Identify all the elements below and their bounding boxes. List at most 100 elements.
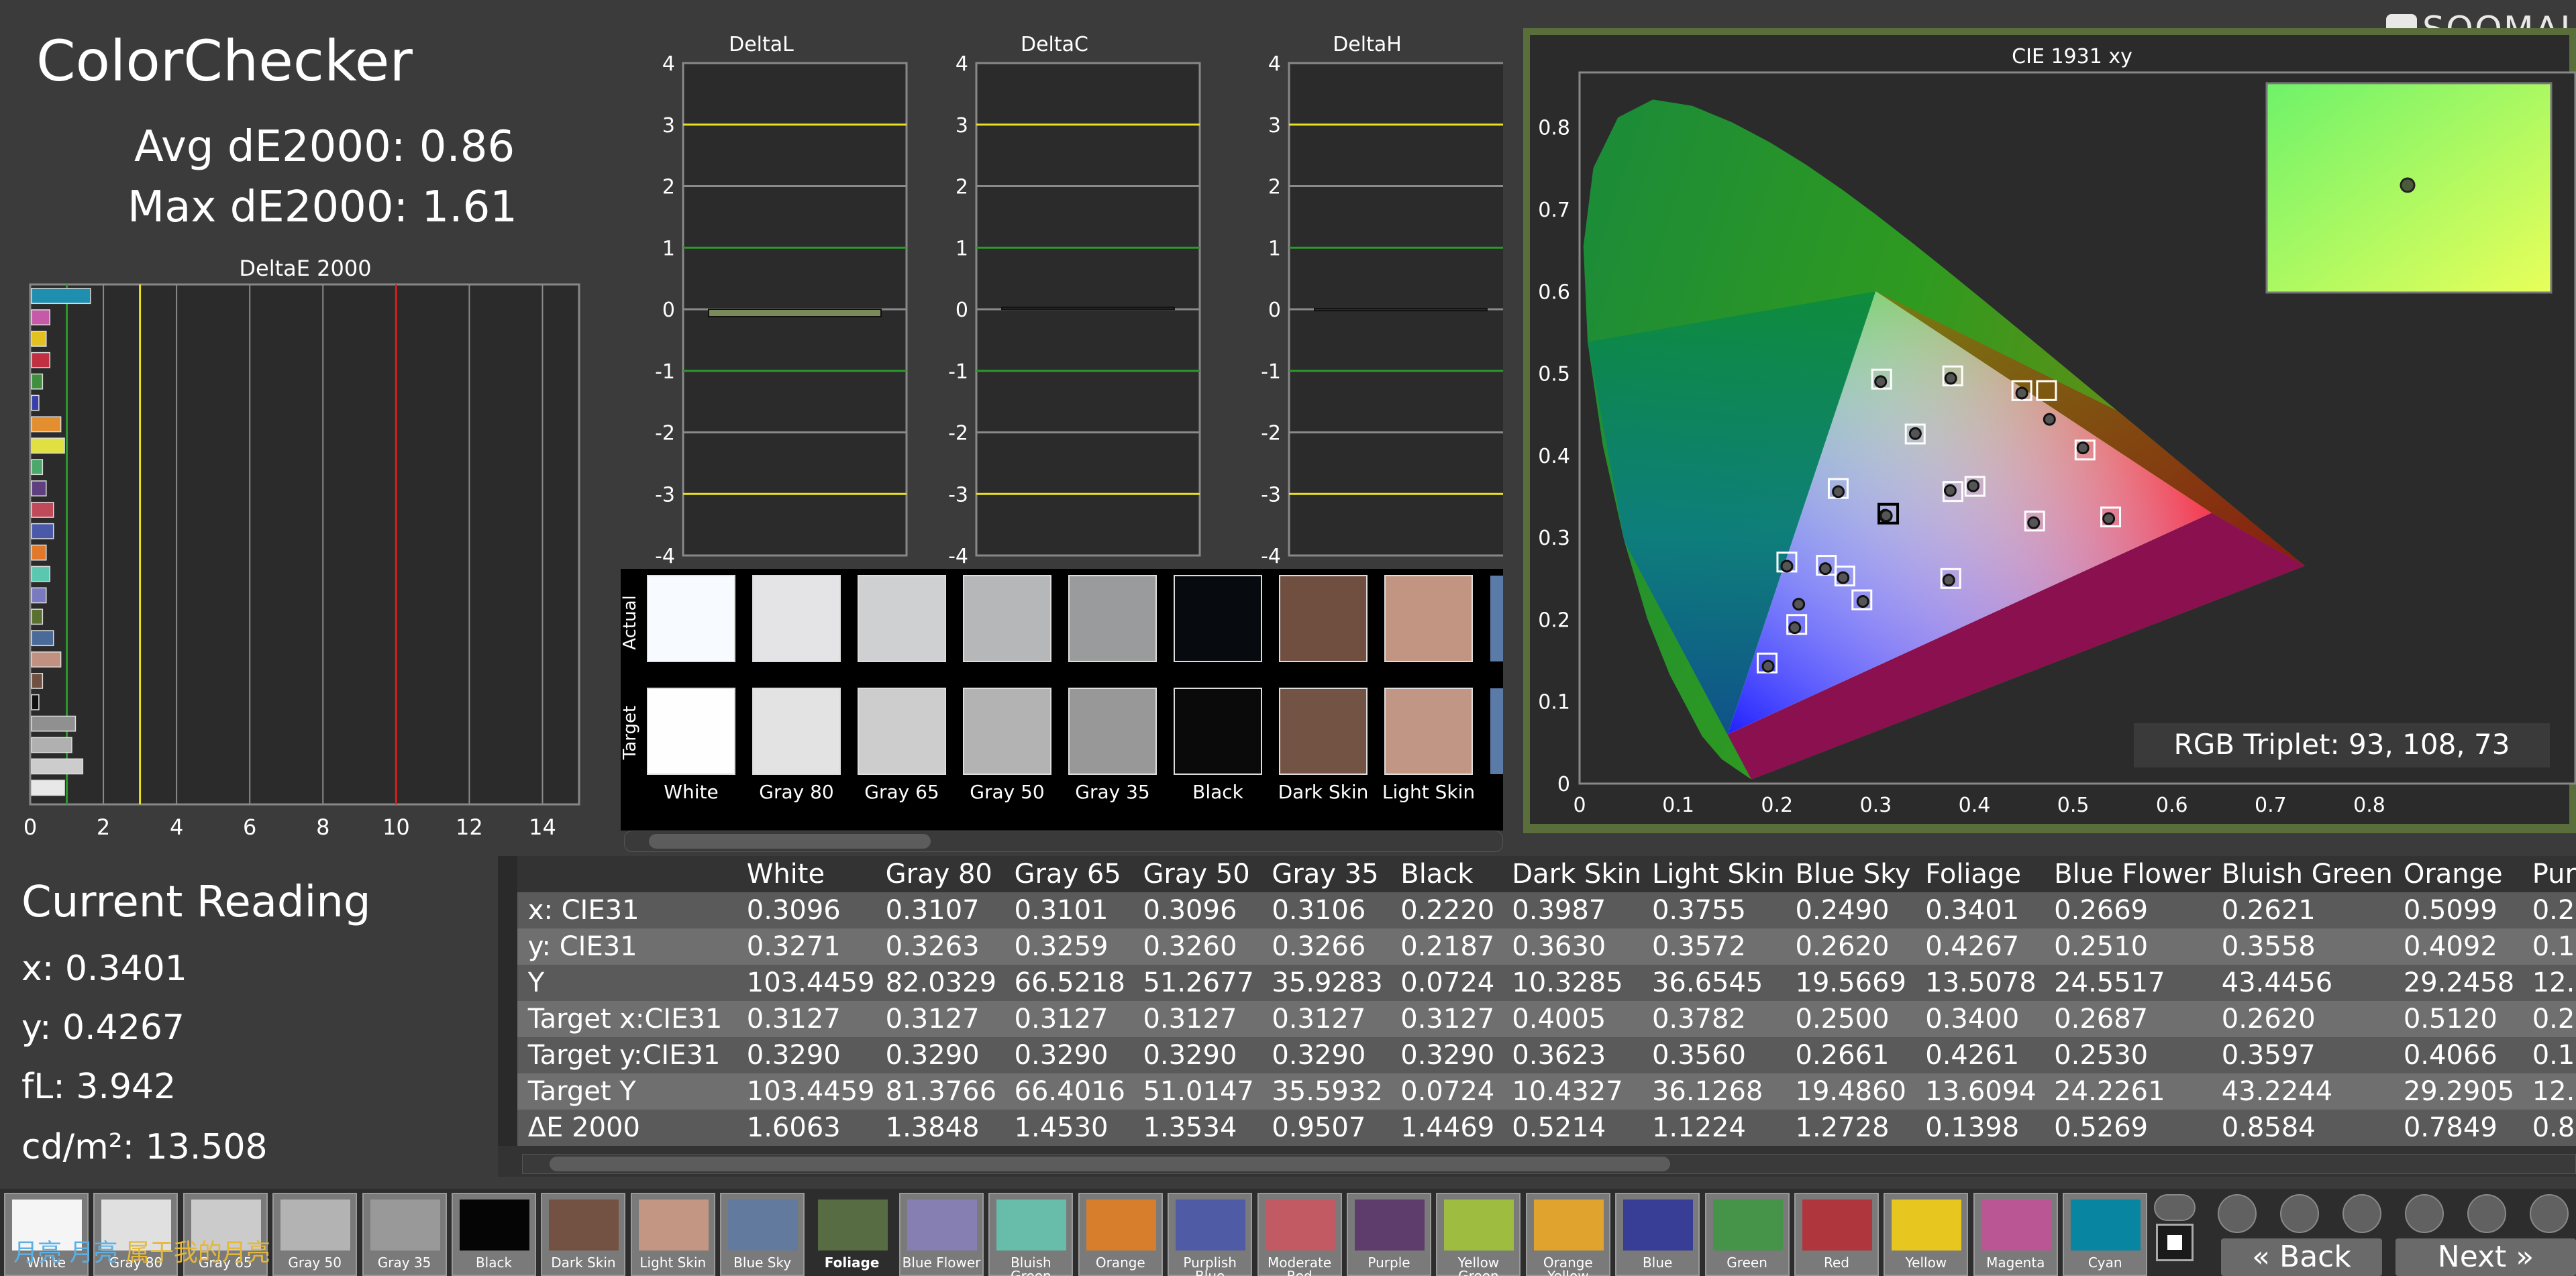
swatch-light-skin[interactable]: Light Skin xyxy=(630,1193,715,1276)
table-cell: 0.5269 xyxy=(2043,1110,2211,1146)
row-header-cell[interactable] xyxy=(498,1073,517,1110)
swatch-black[interactable]: Black xyxy=(452,1193,536,1276)
swatch-orange[interactable]: Orange xyxy=(1078,1193,1163,1276)
delta-tick-label: 4 xyxy=(662,52,675,76)
save-button[interactable] xyxy=(2342,1194,2381,1233)
patch-scrollbar-thumb[interactable] xyxy=(649,834,931,849)
row-header-cell[interactable] xyxy=(498,892,517,928)
table-cell: 0.3096 xyxy=(1132,892,1261,928)
table-cell: 0.2669 xyxy=(2043,892,2211,928)
swatch-chip xyxy=(1712,1200,1783,1251)
play-button[interactable] xyxy=(2280,1194,2319,1233)
patch-label: White xyxy=(664,781,718,803)
table-cell: 1.6063 xyxy=(735,1110,875,1146)
loop-button[interactable] xyxy=(2405,1194,2444,1233)
swatch-yellow[interactable]: Yellow xyxy=(1884,1193,1969,1276)
table-cell: 0.3127 xyxy=(1003,1001,1133,1037)
table-cell: 0.4005 xyxy=(1501,1001,1641,1037)
swatch-label: Magenta xyxy=(1986,1255,2045,1271)
swatch-foliage[interactable]: Foliage xyxy=(809,1193,894,1276)
table-cell: 13.6094 xyxy=(1914,1073,2044,1110)
swatch-blue[interactable]: Blue xyxy=(1615,1193,1700,1276)
row-label: y: CIE31 xyxy=(517,928,736,965)
swatch-red[interactable]: Red xyxy=(1794,1193,1879,1276)
scroll-up-button[interactable] xyxy=(2154,1194,2196,1221)
deltae-bar xyxy=(31,758,84,775)
swatch-green[interactable]: Green xyxy=(1704,1193,1790,1276)
actual-patch-partial xyxy=(1490,576,1531,661)
deltae-bar xyxy=(31,373,44,390)
swatch-gray-50[interactable]: Gray 50 xyxy=(272,1193,358,1276)
back-button[interactable]: « Back xyxy=(2221,1238,2382,1276)
table-cell: 0.0724 xyxy=(1390,1073,1502,1110)
swatch-yellow-green[interactable]: Yellow Green xyxy=(1436,1193,1521,1276)
swatch-orange-yellow[interactable]: Orange Yellow xyxy=(1525,1193,1610,1276)
swatch-magenta[interactable]: Magenta xyxy=(1973,1193,2058,1276)
delta-chart-title: DeltaC xyxy=(1021,33,1088,56)
stop-button[interactable] xyxy=(2218,1194,2257,1233)
table-cell: 0.1 xyxy=(2521,1037,2576,1073)
cie-ytick: 0.8 xyxy=(1538,117,1570,140)
swatch-chip xyxy=(1176,1200,1246,1251)
swatch-gray-35[interactable]: Gray 35 xyxy=(362,1193,447,1276)
cie-measured-point xyxy=(2015,386,2028,400)
patch-label: Gray 80 xyxy=(759,781,833,803)
table-cell: 0.2187 xyxy=(1390,928,1502,965)
refresh-button[interactable] xyxy=(2467,1194,2506,1233)
row-header-cell[interactable] xyxy=(498,1001,517,1037)
cie-measured-point xyxy=(1780,560,1794,573)
row-header-spacer xyxy=(498,856,517,892)
swatch-blue-sky[interactable]: Blue Sky xyxy=(720,1193,805,1276)
row-label: ΔE 2000 xyxy=(517,1110,736,1146)
deltae-bar xyxy=(31,651,62,668)
actual-patch xyxy=(963,575,1051,662)
swatch-dark-skin[interactable]: Dark Skin xyxy=(541,1193,626,1276)
table-cell: 0.3560 xyxy=(1641,1037,1785,1073)
swatch-cyan[interactable]: Cyan xyxy=(2063,1193,2148,1276)
target-patch xyxy=(1174,688,1262,775)
cie-xtick: 0 xyxy=(1573,794,1586,817)
swatch-chip xyxy=(460,1200,529,1251)
table-cell: 0.2620 xyxy=(2210,1001,2393,1037)
swatch-bluish-green[interactable]: Bluish Green xyxy=(988,1193,1074,1276)
deltae-bar xyxy=(31,416,62,433)
table-cell: 0.3987 xyxy=(1501,892,1641,928)
patch-label: Gray 50 xyxy=(970,781,1044,803)
deltae-chart: DeltaE 2000 0 2 4 6 8 10 12 14 xyxy=(23,256,580,840)
swatch-chip xyxy=(1086,1200,1156,1251)
swatch-purple[interactable]: Purple xyxy=(1347,1193,1431,1276)
table-scrollbar[interactable] xyxy=(522,1154,2576,1174)
target-row-label: Target xyxy=(621,706,640,760)
table-scrollbar-thumb[interactable] xyxy=(550,1157,1670,1171)
swatch-label: Orange Yellow xyxy=(1543,1255,1593,1276)
reading-x: x: 0.3401 xyxy=(21,949,187,989)
patch-scrollbar[interactable] xyxy=(624,831,1503,852)
delta-tick-label: 1 xyxy=(662,237,675,260)
swatch-label: Black xyxy=(475,1255,513,1271)
swatch-purplish-blue[interactable]: Purplish Blue xyxy=(1168,1193,1253,1276)
swatch-chip xyxy=(1444,1200,1514,1251)
swatch-chip xyxy=(1892,1200,1962,1251)
check-button[interactable] xyxy=(2530,1194,2569,1233)
deltae-bar xyxy=(31,608,44,625)
next-arrow-icon: » xyxy=(2506,1240,2534,1274)
stop-toggle[interactable] xyxy=(2156,1224,2194,1261)
cie-xtick: 0.3 xyxy=(1860,794,1892,817)
cie-measured-point xyxy=(1788,621,1802,635)
row-header-cell[interactable] xyxy=(498,1037,517,1073)
row-header-cell[interactable] xyxy=(498,965,517,1001)
row-header-cell[interactable] xyxy=(498,928,517,965)
table-cell: 36.1268 xyxy=(1641,1073,1785,1110)
table-cell: 0.1398 xyxy=(1914,1110,2044,1146)
delta-tick-label: -1 xyxy=(655,360,675,384)
next-button[interactable]: Next » xyxy=(2395,1238,2576,1276)
swatch-blue-flower[interactable]: Blue Flower xyxy=(899,1193,984,1276)
row-header-cell[interactable] xyxy=(498,1110,517,1146)
inset-current-point xyxy=(2400,177,2416,193)
colorchecker-app: ColorChecker Avg dE2000: 0.86 Max dE2000… xyxy=(0,0,2576,1276)
swatch-moderate-red[interactable]: Moderate Red xyxy=(1257,1193,1342,1276)
delta-tick-label: 2 xyxy=(956,176,968,199)
table-cell: 0.0724 xyxy=(1390,965,1502,1001)
row-label: Target y:CIE31 xyxy=(517,1037,736,1073)
swatch-chip xyxy=(1265,1200,1335,1251)
